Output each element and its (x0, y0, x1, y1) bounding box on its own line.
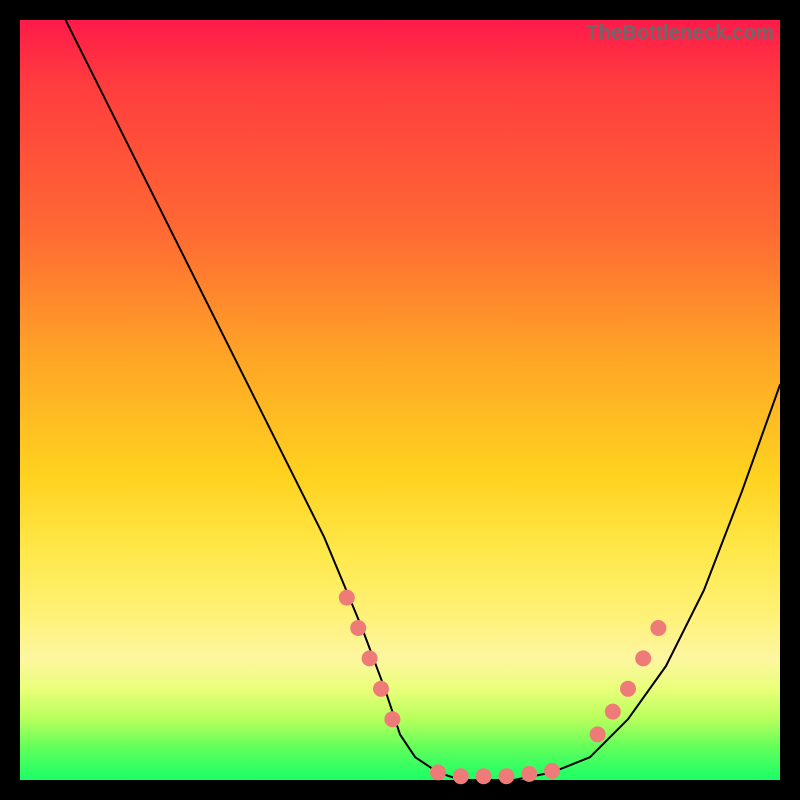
data-marker (521, 766, 537, 782)
data-marker (605, 704, 621, 720)
data-marker (476, 768, 492, 784)
data-marker (430, 764, 446, 780)
data-marker (453, 768, 469, 784)
data-marker (650, 620, 666, 636)
chart-frame: TheBottleneck.com (0, 0, 800, 800)
data-marker (635, 650, 651, 666)
data-marker (384, 711, 400, 727)
curve-group (66, 20, 780, 780)
data-marker (362, 650, 378, 666)
plot-area: TheBottleneck.com (20, 20, 780, 780)
curve-svg (20, 20, 780, 780)
data-marker (373, 681, 389, 697)
data-marker (620, 681, 636, 697)
data-marker (350, 620, 366, 636)
data-marker (339, 590, 355, 606)
marker-group (339, 590, 667, 785)
bottleneck-curve (66, 20, 780, 780)
data-marker (498, 768, 514, 784)
data-marker (544, 763, 560, 779)
data-marker (590, 726, 606, 742)
